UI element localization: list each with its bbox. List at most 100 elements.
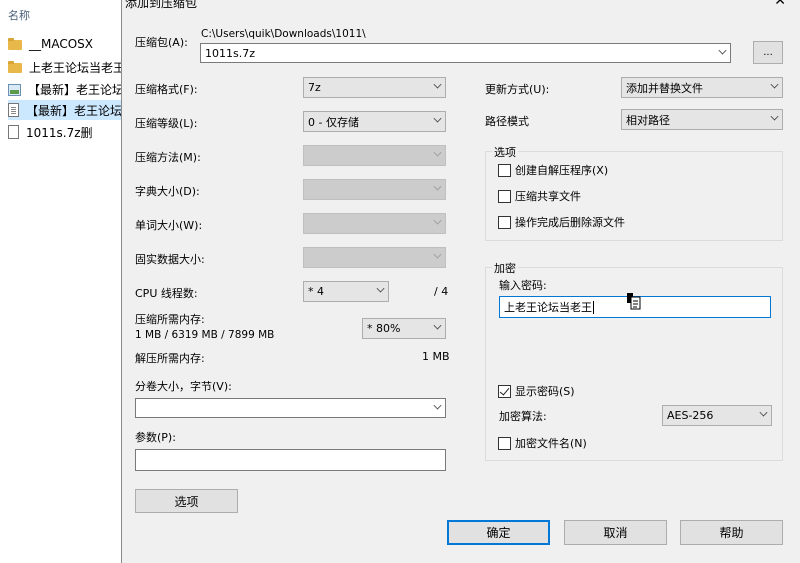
- memory-decompress-label: 解压所需内存:: [135, 352, 205, 365]
- update-mode-value: 添加并替换文件: [626, 81, 703, 95]
- encryption-group-title: 加密: [492, 260, 518, 276]
- compress-shared-checkbox[interactable]: 压缩共享文件: [498, 188, 581, 204]
- file-item-document[interactable]: 【最新】老王论坛: [8, 100, 128, 120]
- dictionary-select[interactable]: [303, 179, 446, 200]
- options-group-title: 选项: [492, 144, 518, 160]
- solid-size-select[interactable]: [303, 247, 446, 268]
- memory-percent-select[interactable]: * 80%: [362, 318, 446, 339]
- checkbox-box: [498, 215, 511, 229]
- parameters-input[interactable]: [135, 449, 446, 471]
- compress-shared-label: 压缩共享文件: [515, 190, 581, 203]
- delete-after-label: 操作完成后删除源文件: [515, 216, 625, 229]
- checkbox-box: [498, 436, 511, 450]
- file-name: 【最新】老王论坛: [28, 82, 125, 97]
- chevron-down-icon: [433, 216, 442, 225]
- archive-path: C:\Users\quik\Downloads\1011\: [201, 28, 366, 40]
- level-value: 0 - 仅存储: [308, 115, 359, 129]
- solid-size-label: 固实数据大小:: [135, 253, 205, 266]
- encrypt-filenames-checkbox[interactable]: 加密文件名(N): [498, 435, 587, 451]
- name-column-header[interactable]: 名称: [8, 7, 30, 23]
- memory-decompress-value: 1 MB: [422, 350, 450, 363]
- file-item-archive[interactable]: 1011s.7z删: [8, 122, 128, 142]
- archive-name-value: 1011s.7z: [205, 46, 255, 60]
- image-file-icon: [8, 83, 21, 96]
- file-name: 1011s.7z删: [26, 125, 93, 140]
- checkbox-box: [498, 163, 511, 177]
- archive-label: 压缩包(A):: [135, 36, 188, 49]
- create-sfx-label: 创建自解压程序(X): [515, 164, 609, 177]
- show-password-checkbox[interactable]: 显示密码(S): [498, 383, 575, 399]
- encryption-method-label: 加密算法:: [499, 410, 547, 423]
- parameters-label: 参数(P):: [135, 431, 176, 444]
- memory-compress-value: 1 MB / 6319 MB / 7899 MB: [135, 329, 275, 341]
- document-icon: [8, 103, 19, 117]
- word-size-select[interactable]: [303, 213, 446, 234]
- folder-icon: [8, 38, 22, 50]
- chevron-down-icon: [770, 112, 779, 121]
- close-icon[interactable]: ✕: [774, 0, 786, 9]
- update-mode-select[interactable]: 添加并替换文件: [621, 77, 783, 98]
- encryption-group: 加密 输入密码: 上老王论坛当老王 显示密码(S) 加密算法: AES-256 …: [485, 260, 783, 461]
- method-label: 压缩方法(M):: [135, 151, 201, 164]
- cpu-threads-total: / 4: [434, 285, 449, 298]
- cancel-button[interactable]: 取消: [564, 520, 667, 545]
- chevron-down-icon: [433, 321, 442, 330]
- file-item-image[interactable]: 【最新】老王论坛: [8, 79, 128, 99]
- encryption-method-select[interactable]: AES-256: [662, 405, 772, 426]
- file-item-folder[interactable]: 上老王论坛当老王: [8, 57, 128, 77]
- chevron-down-icon: [433, 148, 442, 157]
- split-volume-label: 分卷大小，字节(V):: [135, 380, 232, 393]
- path-mode-value: 相对路径: [626, 113, 670, 127]
- file-name: 上老王论坛当老王: [29, 60, 126, 75]
- dictionary-label: 字典大小(D):: [135, 185, 200, 198]
- dialog-title: 添加到压缩包: [125, 0, 198, 10]
- file-name: 【最新】老王论坛: [26, 103, 123, 118]
- encryption-method-value: AES-256: [667, 409, 714, 422]
- chevron-down-icon: [433, 250, 442, 259]
- chevron-down-icon: [376, 284, 385, 293]
- password-label: 输入密码:: [499, 279, 547, 292]
- create-sfx-checkbox[interactable]: 创建自解压程序(X): [498, 162, 608, 178]
- word-size-label: 单词大小(W):: [135, 219, 203, 232]
- file-name: __MACOSX: [29, 37, 94, 51]
- folder-icon: [8, 61, 22, 73]
- password-value: 上老王论坛当老王: [504, 301, 592, 314]
- options-button[interactable]: 选项: [135, 489, 238, 513]
- help-button[interactable]: 帮助: [680, 520, 783, 545]
- format-value: 7z: [308, 81, 321, 94]
- add-to-archive-dialog: 添加到压缩包 ✕ 压缩包(A): C:\Users\quik\Downloads…: [121, 0, 800, 563]
- archive-name-combobox[interactable]: 1011s.7z: [200, 43, 731, 63]
- format-label: 压缩格式(F):: [135, 83, 198, 96]
- show-password-label: 显示密码(S): [515, 385, 575, 398]
- update-mode-label: 更新方式(U):: [485, 83, 550, 96]
- checkbox-box: [498, 384, 511, 398]
- chevron-down-icon: [433, 182, 442, 191]
- cpu-threads-select[interactable]: * 4: [303, 281, 389, 302]
- format-select[interactable]: 7z: [303, 77, 446, 98]
- delete-after-checkbox[interactable]: 操作完成后删除源文件: [498, 214, 625, 230]
- memory-percent-value: * 80%: [367, 322, 401, 335]
- cpu-threads-label: CPU 线程数:: [135, 287, 198, 300]
- browse-button[interactable]: ...: [753, 41, 783, 64]
- ok-button[interactable]: 确定: [447, 520, 550, 545]
- file-explorer-pane: 名称 __MACOSX 上老王论坛当老王 【最新】老王论坛 【最新】老王论坛 1…: [0, 0, 128, 563]
- text-caret: [593, 300, 594, 314]
- cpu-threads-value: * 4: [308, 285, 324, 298]
- split-volume-combobox[interactable]: [135, 398, 446, 418]
- options-group: 选项 创建自解压程序(X) 压缩共享文件 操作完成后删除源文件: [485, 144, 783, 241]
- chevron-down-icon: [759, 408, 768, 417]
- level-label: 压缩等级(L):: [135, 117, 198, 130]
- path-mode-label: 路径模式: [485, 115, 529, 128]
- chevron-down-icon: [718, 46, 727, 55]
- chevron-down-icon: [433, 114, 442, 123]
- chevron-down-icon: [770, 80, 779, 89]
- file-item-macosx[interactable]: __MACOSX: [8, 34, 128, 54]
- level-select[interactable]: 0 - 仅存储: [303, 111, 446, 132]
- path-mode-select[interactable]: 相对路径: [621, 109, 783, 130]
- checkbox-box: [498, 189, 511, 203]
- method-select[interactable]: [303, 145, 446, 166]
- memory-compress-label: 压缩所需内存:: [135, 313, 205, 326]
- paste-cursor-icon: [627, 293, 641, 310]
- chevron-down-icon: [433, 401, 442, 410]
- blank-file-icon: [8, 125, 19, 139]
